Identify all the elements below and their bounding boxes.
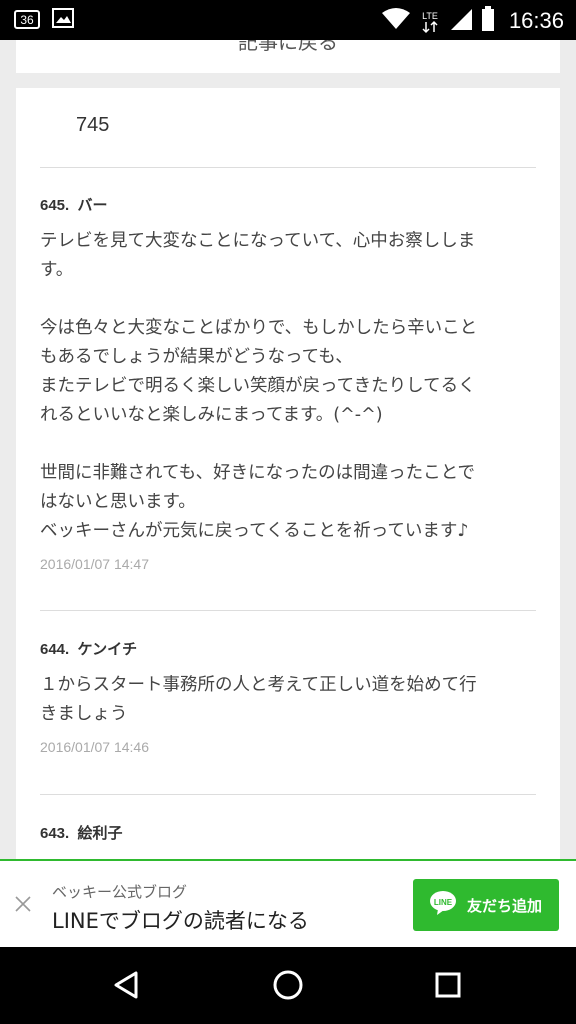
comment-author: ケンイチ	[77, 641, 138, 658]
comment-header: 643. 絵利子	[40, 822, 536, 843]
line-follow-banner: ベッキー公式ブログ LINEでブログの読者になる LINE 友だち追加	[0, 859, 576, 949]
notification-badge-icon: 36	[14, 8, 40, 29]
navigation-bar	[0, 947, 576, 1024]
back-to-article-link[interactable]: 記事に戻る	[16, 40, 560, 55]
comment-number: 645.	[40, 197, 70, 214]
banner-title: LINEでブログの読者になる	[52, 909, 309, 933]
comment-body: テレビを見て大変なことになっていて、心中お察ししま す。 今は色々と大変なことば…	[40, 231, 478, 541]
banner-subtitle: ベッキー公式ブログ	[52, 883, 188, 901]
comment-header: 644. ケンイチ	[40, 638, 536, 659]
battery-icon	[481, 6, 495, 36]
comment-author: バー	[77, 197, 108, 214]
add-friend-button[interactable]: LINE 友だち追加	[413, 879, 559, 931]
comments-card: 745 645. バー テレビを見て大変なことになっていて、心中お察ししま す。…	[16, 88, 560, 888]
comment-item: 644. ケンイチ １からスタート事務所の人と考えて正しい道を始めて行 きましょ…	[40, 638, 536, 755]
network-label: LTE	[422, 11, 438, 21]
image-icon	[52, 8, 76, 28]
svg-text:LINE: LINE	[434, 898, 453, 907]
comment-item: 645. バー テレビを見て大変なことになっていて、心中お察ししま す。 今は色…	[40, 194, 536, 572]
divider	[40, 167, 536, 168]
comment-author: 絵利子	[77, 825, 123, 842]
wifi-icon	[381, 7, 411, 35]
back-icon[interactable]	[110, 967, 146, 1003]
comment-header: 645. バー	[40, 194, 536, 215]
signal-icon	[449, 7, 473, 35]
comment-body: １からスタート事務所の人と考えて正しい道を始めて行 きましょう	[40, 675, 477, 724]
notification-count: 36	[20, 13, 34, 27]
recents-icon[interactable]	[430, 967, 466, 1003]
network-type: LTE	[419, 8, 441, 34]
comment-date: 2016/01/07 14:46	[40, 739, 149, 755]
home-icon[interactable]	[270, 967, 306, 1003]
divider	[40, 610, 536, 611]
comment-date: 2016/01/07 14:47	[40, 556, 149, 572]
comment-number: 644.	[40, 641, 70, 658]
comment-count: 745	[76, 114, 110, 136]
comment-item: 643. 絵利子	[40, 822, 536, 843]
back-to-article-card[interactable]: 記事に戻る	[16, 40, 560, 73]
status-bar: 36 LTE 16:36	[0, 0, 576, 40]
close-icon[interactable]	[14, 895, 32, 913]
comment-number: 643.	[40, 825, 70, 842]
clock: 16:36	[508, 8, 564, 33]
divider	[40, 794, 536, 795]
line-logo-icon: LINE	[429, 890, 457, 920]
add-friend-label: 友だち追加	[467, 896, 543, 915]
